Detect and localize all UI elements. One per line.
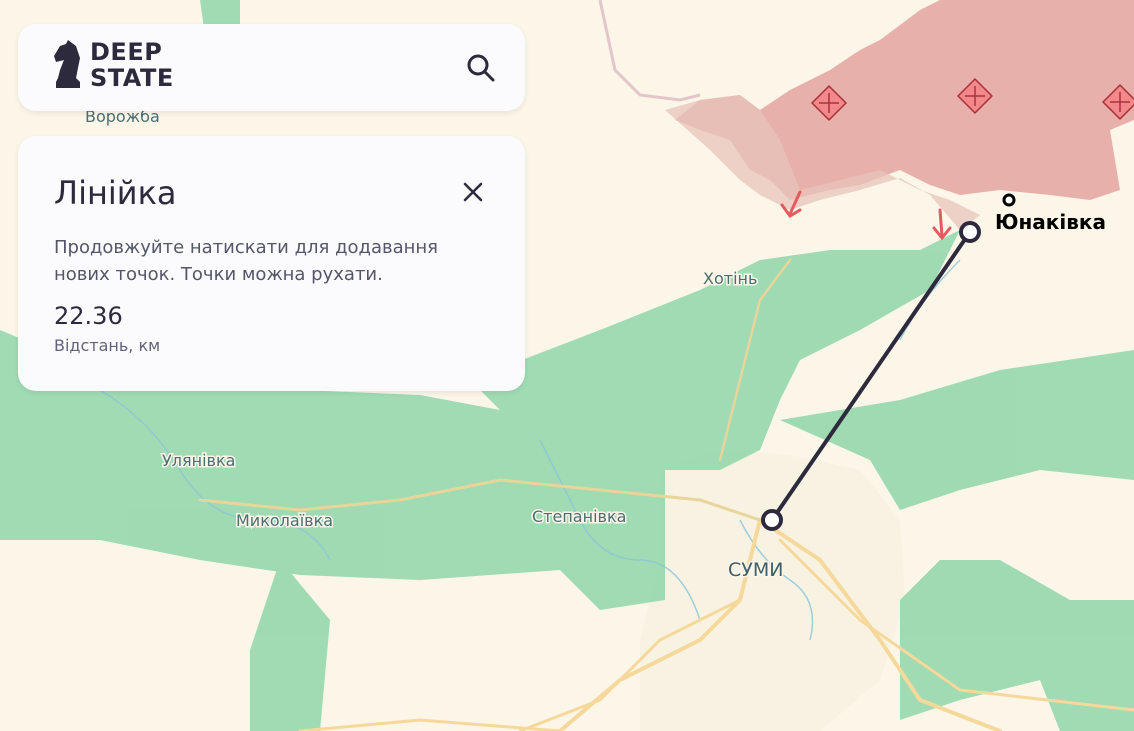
place-sumy: СУМИ (728, 559, 783, 581)
ruler-distance-label: Відстань, км (54, 336, 161, 355)
ruler-hint: Продовжуйте натискати для додавання нови… (54, 237, 439, 285)
close-button[interactable] (461, 180, 485, 204)
chess-knight-logo-icon (54, 40, 80, 88)
ruler-panel: Лінійка Продовжуйте натискати для додава… (18, 136, 525, 391)
close-icon (463, 182, 483, 202)
place-yunakivka: Юнаківка (995, 210, 1106, 234)
place-stepanivka: Степанівка (532, 507, 626, 526)
search-icon (467, 54, 495, 82)
place-khotin: Хотінь (703, 269, 757, 288)
place-mykolaivka: Миколаївка (236, 511, 333, 530)
search-button[interactable] (465, 52, 497, 84)
place-ulianivka: Улянівка (162, 451, 235, 470)
yunakivka-marker-icon (1002, 193, 1016, 207)
ruler-point-start[interactable] (761, 509, 783, 531)
ruler-point-end[interactable] (959, 221, 981, 243)
deepstate-logo[interactable]: DEEP STATE (52, 38, 174, 92)
logo-line1: DEEP (90, 38, 163, 66)
ruler-distance-value: 22.36 (54, 302, 123, 330)
brand-bar: DEEP STATE (18, 24, 525, 111)
logo-line2: STATE (90, 64, 174, 92)
ruler-title: Лінійка (54, 174, 177, 212)
